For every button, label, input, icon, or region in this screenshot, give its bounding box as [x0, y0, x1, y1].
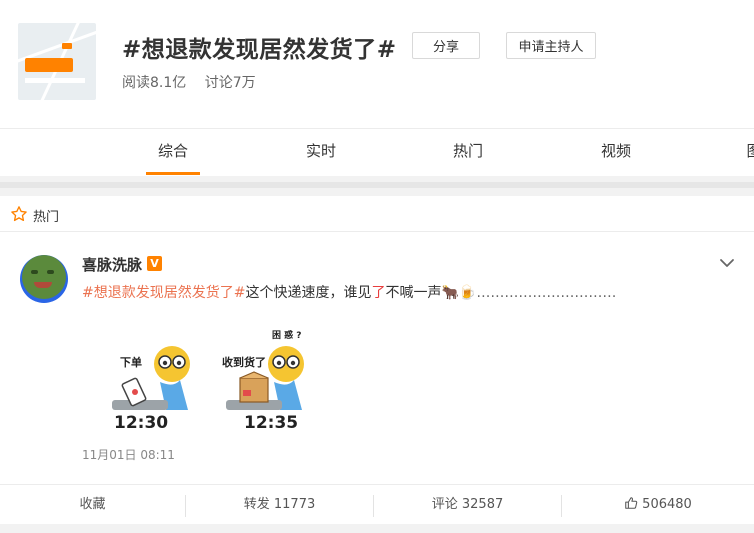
post-timestamp[interactable]: 11月01日 08:11 — [82, 446, 175, 463]
tab-bar: 综合 实时 热门 视频 图 — [0, 128, 754, 176]
topic-header: #想退款发现居然发货了# 阅读8.1亿 讨论7万 分享 申请主持人 — [0, 0, 754, 128]
repost-button[interactable]: 转发 11773 — [186, 485, 373, 525]
tab-hot[interactable]: 热门 — [443, 129, 493, 175]
favorite-button[interactable]: 收藏 — [0, 485, 185, 525]
discussion-count: 讨论7万 — [204, 75, 256, 91]
tab-images[interactable]: 图 — [744, 129, 754, 175]
read-count: 阅读8.1亿 — [122, 75, 187, 91]
like-button[interactable]: 506480 — [562, 485, 754, 525]
post-text-highlight: 了 — [371, 285, 386, 301]
avatar[interactable] — [20, 255, 68, 303]
tab-comprehensive[interactable]: 综合 — [146, 129, 200, 175]
post-text-ellipsis: ………………………… — [476, 285, 617, 301]
post-image-2-time: 12:35 — [244, 413, 298, 432]
post-text-middle: 这个快递速度，谁见 — [245, 285, 372, 301]
post-image-2-caption: 收到货了 — [222, 355, 266, 369]
thumbs-up-icon — [625, 497, 638, 509]
section-label: 热门 — [33, 210, 60, 225]
post-text: #想退款发现居然发货了#这个快递速度，谁见了不喊一声🐂🍺………………………… — [82, 282, 616, 302]
comment-button[interactable]: 评论 32587 — [374, 485, 561, 525]
hashtag-link[interactable]: #想退款发现居然发货了# — [82, 285, 245, 301]
post-image-2-extra: 困 惑 ? — [272, 329, 302, 341]
post-image-1-caption: 下单 — [120, 355, 142, 369]
username[interactable]: 喜脉洗脉 — [82, 254, 142, 275]
post-card: 喜脉洗脉 V #想退款发现居然发货了#这个快递速度，谁见了不喊一声🐂🍺……………… — [0, 232, 754, 482]
verified-badge-icon: V — [147, 256, 162, 271]
post-image-1-time: 12:30 — [114, 413, 168, 432]
topic-stats: 阅读8.1亿 讨论7万 — [122, 72, 270, 92]
section-divider — [0, 176, 754, 196]
post-image-2[interactable]: 收到货了 困 惑 ? 12:35 — [218, 320, 318, 433]
map-thumbnail[interactable] — [18, 23, 96, 100]
topic-title: #想退款发现居然发货了# — [122, 37, 397, 63]
tab-realtime[interactable]: 实时 — [296, 129, 346, 175]
weibo-topic-page: #想退款发现居然发货了# 阅读8.1亿 讨论7万 分享 申请主持人 综合 实时 … — [0, 0, 754, 533]
like-count: 506480 — [642, 497, 692, 512]
post-image-1[interactable]: 下单 12:30 — [104, 320, 204, 433]
share-button[interactable]: 分享 — [412, 32, 480, 59]
tab-video[interactable]: 视频 — [591, 129, 641, 175]
chevron-down-icon[interactable] — [718, 256, 736, 270]
bottom-spacer — [0, 524, 754, 533]
star-icon — [11, 206, 27, 222]
hot-section-header: 热门 — [0, 196, 754, 232]
post-action-bar: 收藏 转发 11773 评论 32587 506480 — [0, 484, 754, 524]
post-text-tail: 不喊一声🐂🍺 — [385, 285, 477, 301]
apply-host-button[interactable]: 申请主持人 — [506, 32, 596, 59]
